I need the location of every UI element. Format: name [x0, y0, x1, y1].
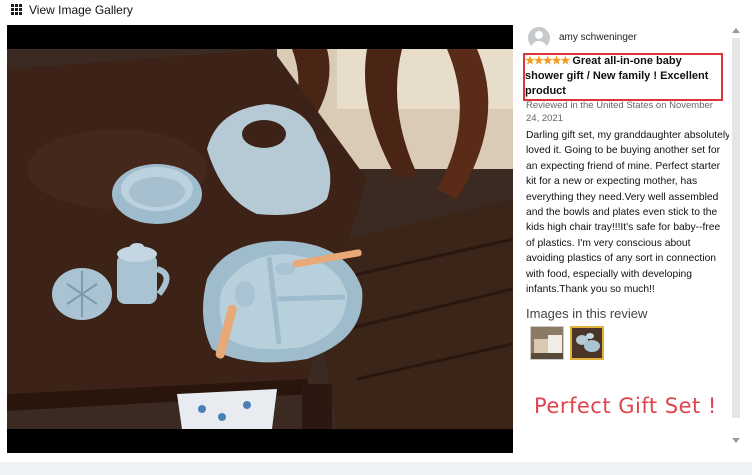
scroll-down-icon[interactable] [732, 438, 740, 443]
image-gallery-panel: View Image Gallery amy schweninger ★★★★★… [0, 0, 752, 462]
avatar-icon [528, 27, 550, 49]
review-scrollbar[interactable] [729, 22, 743, 454]
review-thumbnail-1[interactable] [530, 326, 564, 360]
gallery-header: View Image Gallery [0, 0, 752, 22]
overlay-caption: Perfect Gift Set ! [534, 394, 717, 418]
review-thumbnail-2[interactable] [570, 326, 604, 360]
gallery-title[interactable]: View Image Gallery [29, 3, 133, 17]
star-rating-icon: ★★★★★ [525, 55, 570, 67]
scroll-thumb[interactable] [732, 38, 740, 418]
review-headline[interactable]: ★★★★★ Great all-in-one baby shower gift /… [525, 54, 721, 99]
main-image-viewer[interactable] [7, 25, 513, 453]
scroll-up-icon[interactable] [732, 28, 740, 33]
review-panel: amy schweninger ★★★★★ Great all-in-one ba… [521, 22, 731, 454]
review-body: Darling gift set, my granddaughter absol… [526, 130, 731, 296]
reviewer-name[interactable]: amy schweninger [559, 32, 637, 43]
review-date: Reviewed in the United States on Novembe… [526, 100, 713, 124]
grid-icon[interactable] [11, 4, 22, 15]
product-photo [7, 49, 513, 429]
images-in-review-label: Images in this review [526, 306, 648, 321]
